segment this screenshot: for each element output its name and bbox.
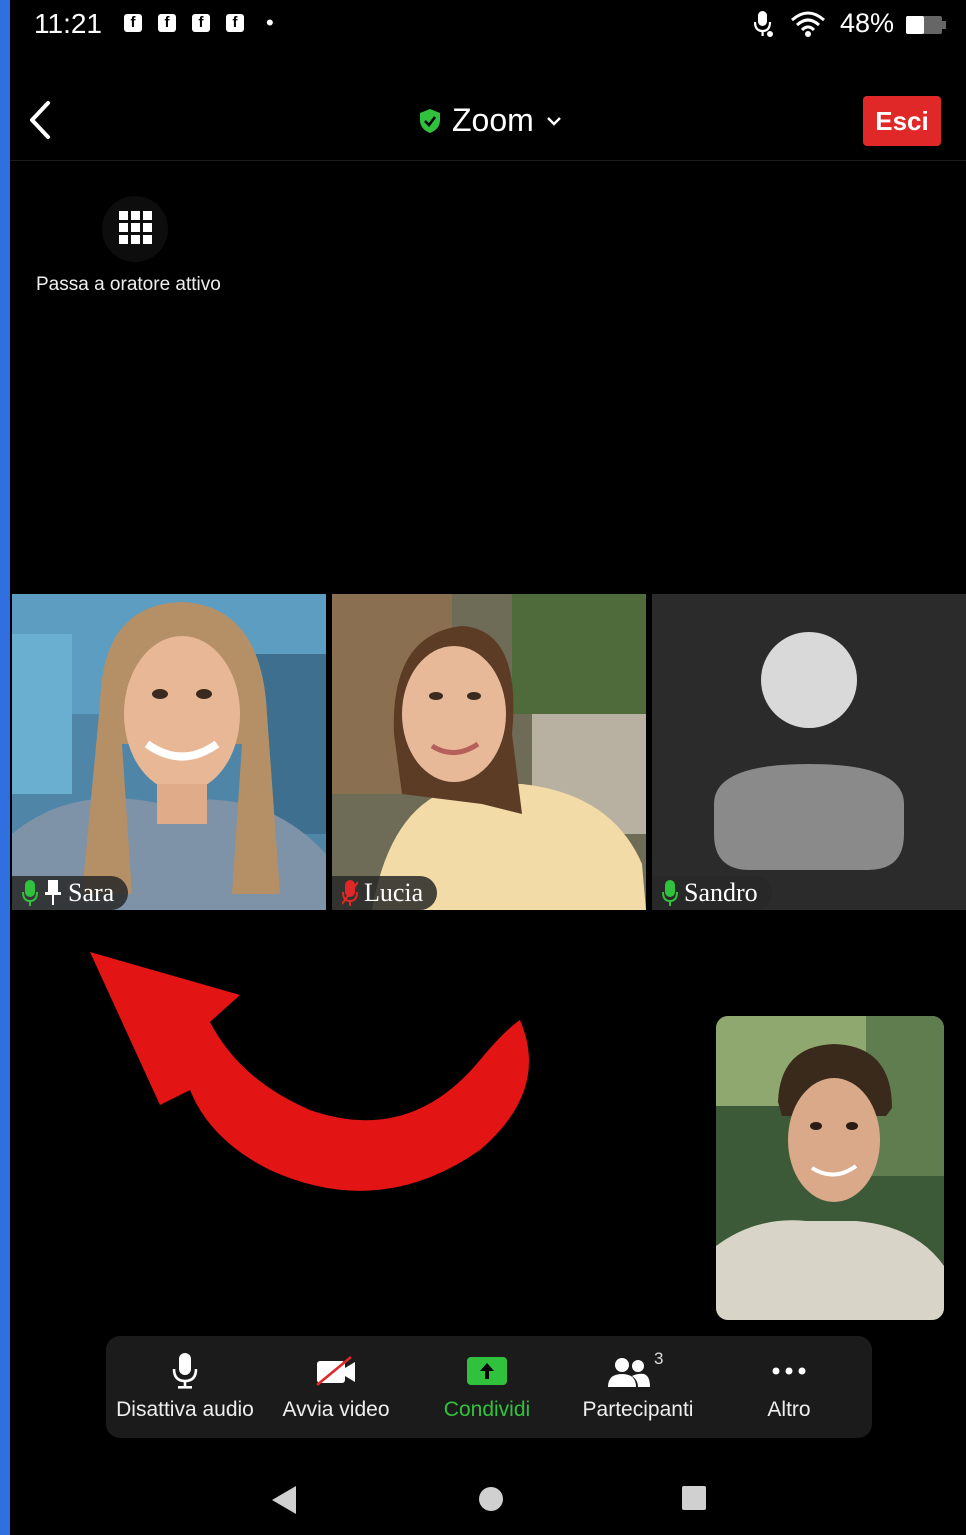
participants-label: Partecipanti bbox=[582, 1398, 694, 1421]
microphone-icon bbox=[172, 1353, 198, 1389]
participant-nametag: Lucia bbox=[332, 876, 438, 910]
more-dots-icon bbox=[772, 1367, 806, 1375]
system-navigation-bar bbox=[10, 1460, 966, 1535]
video-tile-lucia[interactable]: Lucia bbox=[332, 594, 646, 910]
red-arrow-annotation bbox=[90, 952, 529, 1191]
battery-percent: 48% bbox=[840, 8, 895, 38]
self-video-preview[interactable] bbox=[716, 1016, 944, 1320]
wifi-icon bbox=[791, 11, 825, 37]
chevron-down-icon bbox=[546, 116, 561, 126]
participants-button[interactable]: 3 Partecipanti bbox=[563, 1336, 713, 1438]
video-tile-sandro[interactable]: Sandro bbox=[652, 594, 966, 910]
participant-video bbox=[12, 594, 326, 910]
switch-view-label: Passa a oratore attivo bbox=[36, 274, 221, 295]
more-label: Altro bbox=[767, 1398, 811, 1421]
share-button[interactable]: Condividi bbox=[412, 1336, 562, 1438]
nav-recents-icon[interactable] bbox=[682, 1486, 706, 1510]
start-video-button[interactable]: Avvia video bbox=[261, 1336, 411, 1438]
left-edge-bar bbox=[0, 0, 10, 1535]
facebook-icon: f bbox=[158, 14, 176, 32]
start-video-label: Avvia video bbox=[282, 1398, 390, 1421]
mic-muted-icon bbox=[342, 880, 358, 906]
leave-button[interactable]: Esci bbox=[863, 96, 941, 146]
facebook-icon: f bbox=[226, 14, 244, 32]
participant-name: Lucia bbox=[364, 878, 424, 907]
video-tile-sara[interactable]: Sara bbox=[12, 594, 326, 910]
video-off-icon bbox=[316, 1355, 355, 1387]
avatar-placeholder-icon bbox=[714, 632, 904, 870]
mic-on-icon bbox=[22, 880, 38, 906]
more-button[interactable]: Altro bbox=[714, 1336, 864, 1438]
nav-back-icon[interactable] bbox=[272, 1486, 296, 1514]
status-time: 11:21 bbox=[34, 8, 102, 39]
battery-icon bbox=[906, 16, 946, 34]
self-video bbox=[716, 1016, 944, 1320]
participant-video bbox=[332, 594, 646, 910]
participant-nametag: Sandro bbox=[652, 876, 772, 910]
grid-icon bbox=[102, 196, 168, 262]
mute-audio-label: Disattiva audio bbox=[116, 1398, 254, 1421]
participants-icon bbox=[608, 1358, 650, 1387]
more-notifications-dot: • bbox=[266, 10, 274, 35]
back-icon[interactable] bbox=[26, 100, 54, 140]
meeting-title-dropdown[interactable]: Zoom bbox=[418, 102, 562, 139]
pin-icon bbox=[45, 880, 61, 905]
participants-count: 3 bbox=[654, 1349, 664, 1368]
participant-name: Sara bbox=[68, 878, 115, 907]
mic-status-icon bbox=[753, 11, 773, 37]
meeting-controls-toolbar: Disattiva audio Avvia video Condividi 3 … bbox=[106, 1336, 872, 1438]
mute-audio-button[interactable]: Disattiva audio bbox=[110, 1336, 260, 1438]
meeting-title: Zoom bbox=[452, 102, 534, 138]
mic-on-icon bbox=[662, 880, 678, 906]
meeting-header: Zoom Esci bbox=[10, 64, 966, 161]
nav-home-icon[interactable] bbox=[478, 1486, 504, 1512]
facebook-icon: f bbox=[124, 14, 142, 32]
status-bar: 11:21 f f f f • 48% bbox=[10, 0, 966, 48]
participant-name: Sandro bbox=[684, 878, 758, 907]
facebook-icon: f bbox=[192, 14, 210, 32]
participant-nametag: Sara bbox=[12, 876, 129, 910]
share-screen-icon bbox=[467, 1357, 507, 1385]
shield-check-icon bbox=[420, 108, 440, 133]
share-label: Condividi bbox=[443, 1398, 531, 1421]
